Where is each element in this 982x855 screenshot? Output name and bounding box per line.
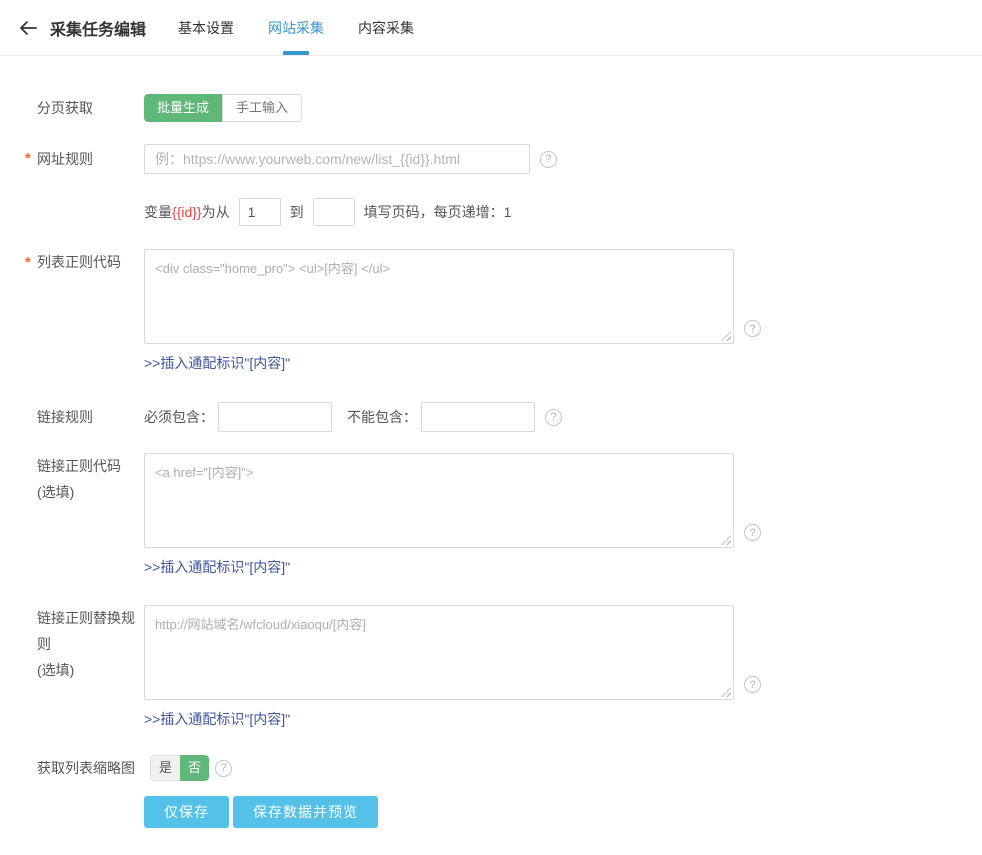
toggle-batch-generate[interactable]: 批量生成 [144,94,222,122]
tab-basic-settings[interactable]: 基本设置 [178,0,234,55]
variable-prefix: 变量{{id}}为从 [144,202,230,222]
help-icon[interactable]: ? [744,524,761,541]
tab-bar: 基本设置 网站采集 内容采集 [161,0,431,55]
required-mark: * [25,150,31,167]
help-icon[interactable]: ? [540,151,557,168]
tab-website-collection[interactable]: 网站采集 [268,0,324,55]
link-replace-row: 链接正则替换规则 (选填) ? >>插入通配标识"[内容]" [25,605,982,729]
link-regex-label: 链接正则代码 (选填) [25,453,144,505]
must-contain-label: 必须包含： [144,407,214,427]
to-label: 到 [290,202,304,222]
help-icon[interactable]: ? [744,676,761,693]
toggle-manual-input[interactable]: 手工输入 [222,94,302,122]
pagination-label: 分页获取 [25,98,144,118]
form: 分页获取 批量生成 手工输入 * 网址规则 ? 变量{{id}}为从 到 填写页… [0,56,982,828]
not-contain-input[interactable] [421,402,535,432]
url-rule-input[interactable] [144,144,530,174]
insert-wildcard-link[interactable]: >>插入通配标识"[内容]" [144,709,290,729]
toggle-no[interactable]: 否 [180,755,209,781]
list-regex-label: * 列表正则代码 [25,249,144,275]
help-icon[interactable]: ? [215,760,232,777]
page-to-input[interactable] [313,198,355,226]
variable-row: 变量{{id}}为从 到 填写页码，每页递增：1 [25,198,982,226]
insert-wildcard-link[interactable]: >>插入通配标识"[内容]" [144,353,290,373]
url-rule-label: * 网址规则 [25,149,144,169]
thumbnail-row: 获取列表缩略图 是 否 ? [25,755,982,781]
link-replace-label: 链接正则替换规则 (选填) [25,605,144,683]
actions-row: 仅保存 保存数据并预览 [25,796,982,828]
pagination-toggle: 批量生成 手工输入 [144,94,302,122]
save-only-button[interactable]: 仅保存 [144,796,229,828]
optional-note: (选填) [37,484,74,500]
required-mark: * [25,250,31,276]
link-rule-label: 链接规则 [25,407,144,427]
list-regex-row: * 列表正则代码 ? >>插入通配标识"[内容]" [25,249,982,373]
link-rule-row: 链接规则 必须包含： 不能包含： ? [25,402,982,432]
must-contain-input[interactable] [218,402,332,432]
thumbnail-toggle: 是 否 [150,755,209,781]
arrow-left-icon [18,20,38,36]
header: 采集任务编辑 基本设置 网站采集 内容采集 [0,0,982,56]
link-regex-textarea[interactable] [144,453,734,548]
page-from-input[interactable] [239,198,281,226]
url-rule-row: * 网址规则 ? [25,144,982,174]
page-increment-text: 填写页码，每页递增：1 [364,202,512,222]
pagination-row: 分页获取 批量生成 手工输入 [25,94,982,122]
thumbnail-label: 获取列表缩略图 [25,758,144,778]
toggle-yes[interactable]: 是 [150,755,180,781]
variable-token: {{id}} [172,204,202,220]
insert-wildcard-link[interactable]: >>插入通配标识"[内容]" [144,557,290,577]
not-contain-label: 不能包含： [347,407,417,427]
help-icon[interactable]: ? [545,409,562,426]
back-button[interactable] [18,20,38,36]
link-regex-row: 链接正则代码 (选填) ? >>插入通配标识"[内容]" [25,453,982,577]
optional-note: (选填) [37,662,74,678]
tab-content-collection[interactable]: 内容采集 [358,0,414,55]
link-replace-textarea[interactable] [144,605,734,700]
page-title: 采集任务编辑 [50,16,146,40]
help-icon[interactable]: ? [744,320,761,337]
list-regex-textarea[interactable] [144,249,734,344]
save-and-preview-button[interactable]: 保存数据并预览 [233,796,378,828]
